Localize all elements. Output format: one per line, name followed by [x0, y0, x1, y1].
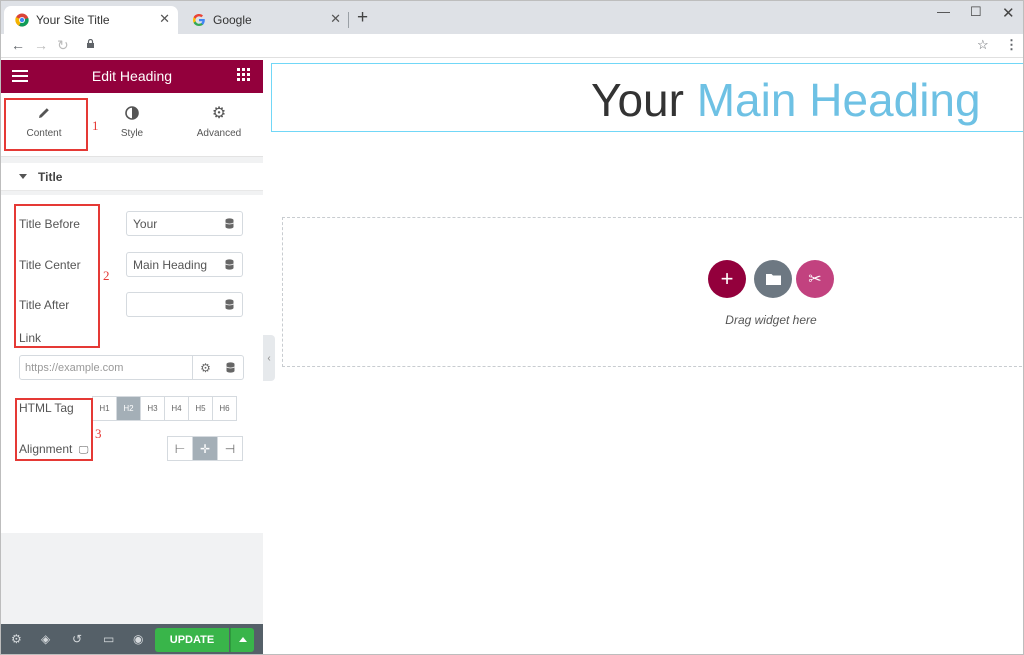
gear-icon: ⚙ — [200, 360, 211, 375]
panel-header: Edit Heading — [1, 60, 263, 93]
annotation-box-2 — [14, 204, 100, 348]
link-url-input[interactable]: https://example.com — [19, 355, 193, 380]
html-tag-h6[interactable]: H6 — [212, 396, 237, 421]
alignment-selector: ⊢ ✛ ⊣ — [167, 436, 243, 461]
tab-style[interactable]: Style — [92, 103, 172, 139]
html-tag-h2[interactable]: H2 — [116, 396, 141, 421]
annotation-number-2: 2 — [103, 268, 110, 283]
tab-title: Google — [213, 13, 252, 27]
database-icon — [225, 259, 234, 270]
database-icon — [225, 299, 234, 310]
new-tab-icon[interactable]: + — [357, 7, 368, 29]
gear-icon: ⚙ — [211, 105, 227, 122]
browser-tab-site[interactable]: Your Site Title ✕ — [4, 6, 178, 34]
address-bar[interactable] — [81, 36, 997, 55]
browser-window: Your Site Title ✕ Google ✕ + — ☐ ✕ ← → ↻ — [0, 0, 1024, 655]
close-tab-icon[interactable]: ✕ — [330, 11, 341, 27]
add-section-button[interactable]: + — [708, 260, 746, 298]
html-tag-h4[interactable]: H4 — [164, 396, 189, 421]
browser-menu-icon[interactable]: ⋮ — [1005, 37, 1018, 53]
close-tab-icon[interactable]: ✕ — [159, 11, 170, 27]
dynamic-tags-button[interactable] — [218, 355, 244, 380]
kit-cross-icon: ✂ — [808, 271, 822, 288]
folder-icon — [765, 274, 781, 285]
maximize-icon[interactable]: ☐ — [970, 4, 982, 20]
navigator-icon[interactable]: ◈ — [41, 632, 50, 646]
browser-toolbar: ← → ↻ ☆ ⋮ — [1, 34, 1023, 58]
html-tag-h5[interactable]: H5 — [188, 396, 213, 421]
back-arrow-icon[interactable]: ← — [11, 37, 25, 53]
annotation-box-3 — [15, 398, 93, 461]
reload-icon[interactable]: ↻ — [57, 37, 69, 54]
heading-before-text: Your — [591, 74, 684, 126]
tab-title: Your Site Title — [36, 13, 110, 27]
panel-footer: ⚙ ◈ ↺ ▭ ◉ UPDATE — [1, 624, 263, 654]
dynamic-tags-button[interactable] — [217, 292, 243, 317]
html-tag-h3[interactable]: H3 — [140, 396, 165, 421]
widgets-grid-icon[interactable] — [237, 68, 250, 81]
responsive-mode-icon[interactable]: ▭ — [103, 632, 114, 646]
heading-center-text: Main Heading — [696, 74, 981, 126]
empty-section-dropzone — [282, 217, 1023, 367]
title-section: Title — [1, 157, 263, 197]
add-template-button[interactable] — [754, 260, 792, 298]
drag-widget-hint: Drag widget here — [725, 313, 817, 327]
update-options-caret-icon[interactable] — [230, 628, 254, 652]
align-left-icon[interactable]: ⊢ — [167, 436, 193, 461]
section-header-title[interactable]: Title — [1, 163, 263, 191]
tab-bar: Your Site Title ✕ Google ✕ + — ☐ ✕ — [1, 1, 1023, 34]
annotation-number-1: 1 — [92, 118, 99, 133]
chrome-favicon-icon — [15, 13, 29, 27]
dynamic-tags-button[interactable] — [217, 211, 243, 236]
chevron-left-icon: ‹ — [267, 352, 271, 364]
minimize-icon[interactable]: — — [937, 4, 950, 19]
update-button[interactable]: UPDATE — [155, 628, 229, 652]
close-window-icon[interactable]: ✕ — [1002, 4, 1015, 22]
forward-arrow-icon[interactable]: → — [34, 37, 48, 53]
panel-title: Edit Heading — [91, 68, 173, 84]
tab-advanced[interactable]: ⚙ Advanced — [179, 103, 259, 139]
tab-advanced-label: Advanced — [196, 128, 242, 139]
annotation-box-1 — [4, 98, 88, 151]
main-heading: Your Main Heading — [591, 73, 981, 127]
dynamic-tags-button[interactable] — [217, 252, 243, 277]
align-center-icon[interactable]: ✛ — [192, 436, 218, 461]
title-center-input[interactable]: Main Heading — [126, 252, 218, 277]
html-tag-selector: H1 H2 H3 H4 H5 H6 — [92, 396, 237, 421]
browser-tab-google[interactable]: Google ✕ — [181, 6, 349, 34]
section-title: Title — [38, 170, 63, 184]
html-tag-h1[interactable]: H1 — [92, 396, 117, 421]
bookmark-star-icon[interactable]: ☆ — [977, 37, 989, 53]
lock-icon — [87, 39, 94, 48]
tab-style-label: Style — [120, 128, 144, 139]
tab-divider — [348, 12, 349, 28]
database-icon — [225, 218, 234, 229]
align-right-icon[interactable]: ⊣ — [217, 436, 243, 461]
history-icon[interactable]: ↺ — [72, 632, 82, 646]
title-before-input[interactable]: Your — [126, 211, 218, 236]
title-after-input[interactable] — [126, 292, 218, 317]
settings-icon[interactable]: ⚙ — [11, 632, 22, 646]
collapse-panel-button[interactable]: ‹ — [263, 335, 275, 381]
caret-down-icon — [19, 174, 27, 179]
annotation-number-3: 3 — [95, 426, 102, 441]
contrast-icon — [125, 106, 139, 120]
database-icon — [226, 362, 235, 373]
preview-eye-icon[interactable]: ◉ — [133, 632, 143, 646]
link-options-button[interactable]: ⚙ — [193, 355, 219, 380]
google-favicon-icon — [193, 14, 205, 26]
plus-icon: + — [720, 266, 734, 291]
add-kit-button[interactable]: ✂ — [796, 260, 834, 298]
